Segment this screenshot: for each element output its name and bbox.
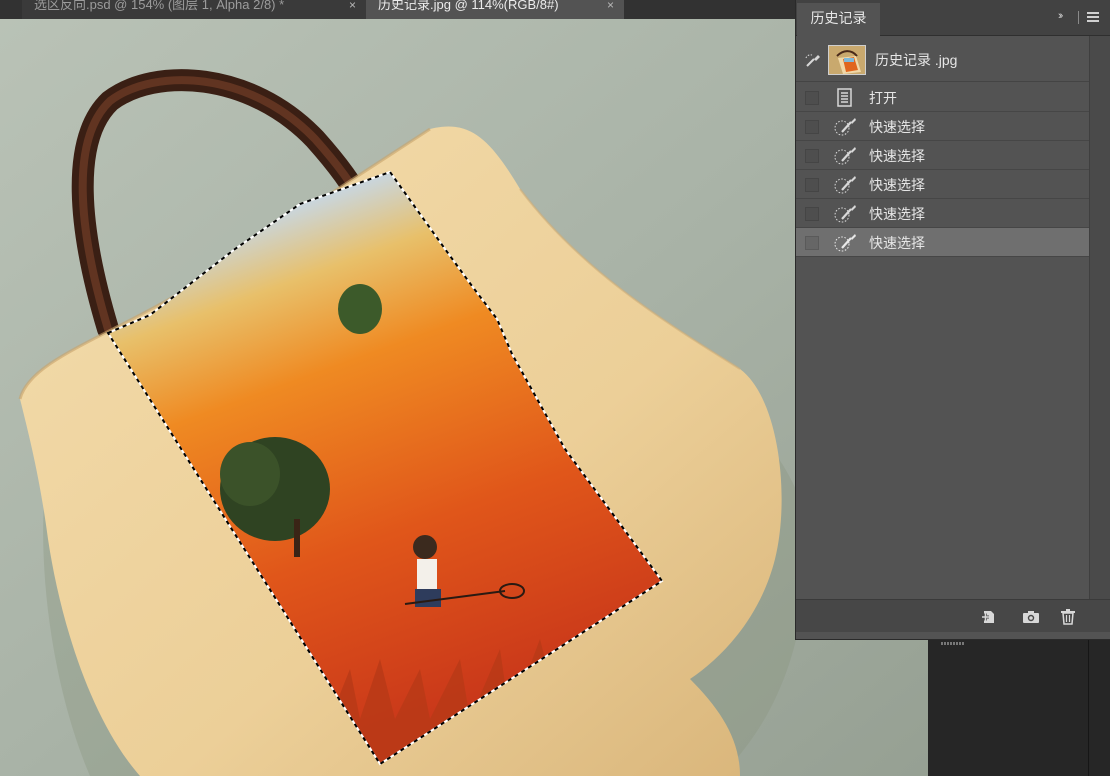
- close-icon[interactable]: ×: [607, 0, 614, 15]
- tab-label: 选区反向.psd @ 154% (图层 1, Alpha 2/8) *: [34, 0, 285, 12]
- history-state[interactable]: 快速选择: [796, 170, 1089, 199]
- quick-selection-icon: [834, 205, 856, 223]
- document-tab-bar: 选区反向.psd @ 154% (图层 1, Alpha 2/8) * × 历史…: [0, 0, 795, 19]
- tab-document-selection-inverse[interactable]: 选区反向.psd @ 154% (图层 1, Alpha 2/8) * ×: [22, 0, 366, 19]
- panel-header: 历史记录 ››: [796, 0, 1110, 36]
- quick-selection-icon: [834, 118, 856, 136]
- history-source-checkbox[interactable]: [805, 236, 819, 250]
- document-canvas[interactable]: [0, 19, 928, 776]
- snapshot-thumbnail[interactable]: [828, 45, 866, 75]
- history-source-checkbox[interactable]: [805, 178, 819, 192]
- quick-selection-icon: [834, 147, 856, 165]
- history-state-label: 快速选择: [869, 235, 925, 251]
- divider: [1088, 640, 1089, 776]
- history-source-checkbox[interactable]: [805, 207, 819, 221]
- tab-history[interactable]: 历史记录: [797, 3, 880, 36]
- panel-menu-icon[interactable]: [1087, 12, 1099, 22]
- document-icon: [837, 88, 852, 107]
- bag-photo: [0, 19, 928, 776]
- history-state-list: 打开 快速选择 快速选择 快速选择 快速选择 快速选择: [796, 83, 1089, 257]
- history-state-label: 快速选择: [869, 206, 925, 222]
- history-state-label: 快速选择: [869, 119, 925, 135]
- tab-label: 历史记录.jpg @ 114%(RGB/8#): [378, 0, 559, 12]
- history-state[interactable]: 快速选择: [796, 141, 1089, 170]
- panel-resize-grip[interactable]: [941, 632, 965, 645]
- history-panel: 历史记录 ›› 历史记录 .jpg 打开 快速选择 快速选择 快速选择 快速选择…: [795, 0, 1110, 645]
- camera-icon[interactable]: [1022, 608, 1040, 625]
- history-brush-icon[interactable]: [805, 54, 821, 68]
- history-state-selected[interactable]: 快速选择: [796, 228, 1089, 257]
- history-source-checkbox[interactable]: [805, 149, 819, 163]
- empty-workspace: [928, 640, 1110, 776]
- history-state-label: 快速选择: [869, 148, 925, 164]
- snapshot-row[interactable]: 历史记录 .jpg: [796, 38, 1089, 82]
- snapshot-name: 历史记录 .jpg: [875, 52, 958, 68]
- history-state-label: 打开: [869, 90, 897, 106]
- panel-scrollbar[interactable]: [1089, 36, 1110, 599]
- close-icon[interactable]: ×: [349, 0, 356, 15]
- history-source-checkbox[interactable]: [805, 91, 819, 105]
- panel-footer: [796, 599, 1110, 632]
- quick-selection-icon: [834, 234, 856, 252]
- history-state[interactable]: 快速选择: [796, 112, 1089, 141]
- trash-icon[interactable]: [1059, 608, 1077, 625]
- quick-selection-icon: [834, 176, 856, 194]
- new-document-from-state-icon[interactable]: [980, 608, 998, 625]
- collapse-panel-icon[interactable]: ››: [1058, 10, 1064, 22]
- history-source-checkbox[interactable]: [805, 120, 819, 134]
- history-state-label: 快速选择: [869, 177, 925, 193]
- history-state[interactable]: 打开: [796, 83, 1089, 112]
- tab-document-history[interactable]: 历史记录.jpg @ 114%(RGB/8#) ×: [366, 0, 624, 19]
- history-state[interactable]: 快速选择: [796, 199, 1089, 228]
- divider: [1078, 11, 1079, 24]
